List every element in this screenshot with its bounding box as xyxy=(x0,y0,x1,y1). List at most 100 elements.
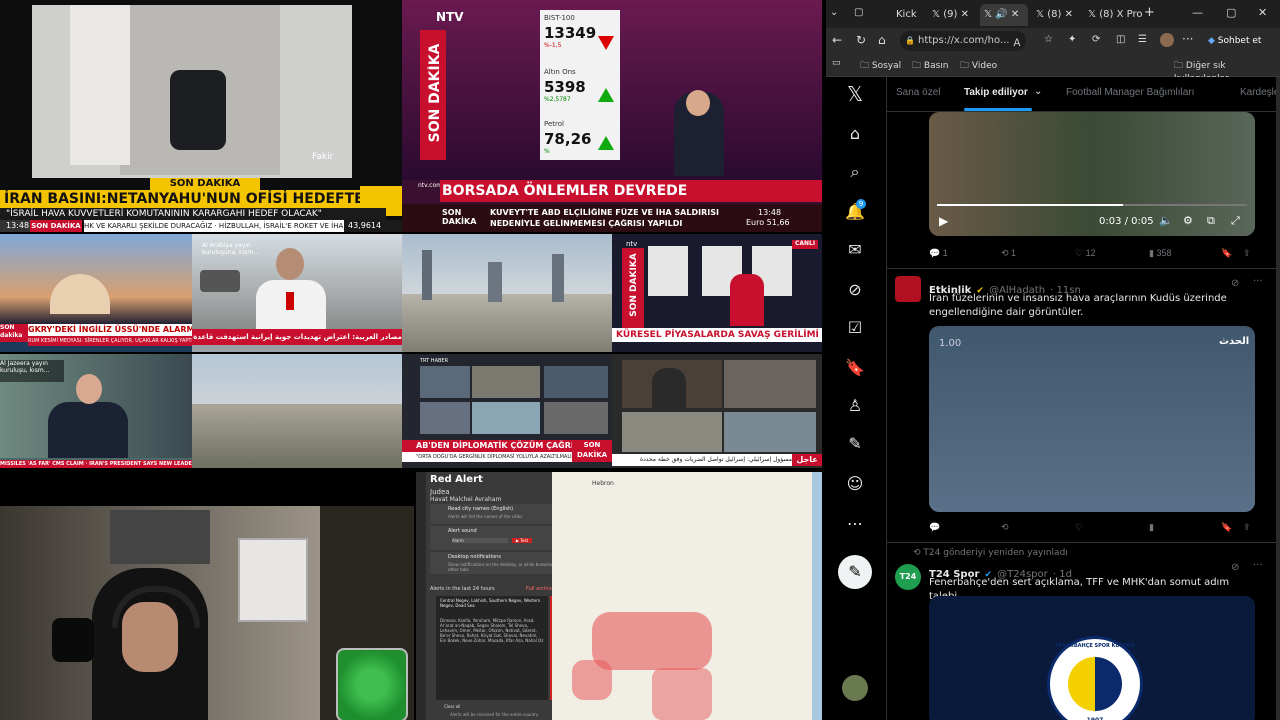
tab-x-1[interactable]: 𝕏 (9) ✕ xyxy=(928,4,974,26)
share-button[interactable]: ⇪ xyxy=(1243,248,1251,259)
close-icon[interactable]: ✕ xyxy=(1011,9,1019,20)
reply-button[interactable]: 💬 1 xyxy=(929,248,948,259)
avatar[interactable]: T24 xyxy=(895,564,921,590)
settings-icon[interactable]: ⚙ xyxy=(1183,214,1193,227)
address-bar[interactable]: 🔒 https://x.com/ho... xyxy=(900,31,1026,51)
bookmarks-icon[interactable]: 🔖 xyxy=(844,357,866,379)
workspaces-icon[interactable]: ▢ xyxy=(854,7,863,18)
feed-tile xyxy=(420,402,470,434)
communities-icon[interactable]: ✎ xyxy=(844,433,866,455)
sub-text-1: KUVEYT'TE ABD ELÇİLİĞİNE FÜZE VE İHA SAL… xyxy=(490,208,719,217)
search-icon[interactable]: ⌕ xyxy=(844,161,866,183)
avatar[interactable] xyxy=(895,276,921,302)
reload-icon[interactable]: ↻ xyxy=(856,33,866,47)
extension-icon[interactable]: ✦ xyxy=(1068,34,1076,45)
folder-icon: 🗀 xyxy=(1174,61,1184,71)
tower xyxy=(422,250,432,300)
bookmark-video[interactable]: 🗀 Video xyxy=(960,58,997,74)
fullscreen-icon[interactable]: ⤢ xyxy=(1231,214,1240,228)
account-avatar[interactable] xyxy=(842,675,868,701)
share-button[interactable]: ⇪ xyxy=(1243,522,1251,533)
option-card[interactable]: Read city names (English) Alerts will te… xyxy=(430,504,564,524)
split-screen-icon[interactable]: ◫ xyxy=(1116,34,1125,45)
close-window-button[interactable]: ✕ xyxy=(1258,6,1267,19)
alerts-header: Alerts in the last 24 hours xyxy=(430,586,495,592)
sound-select[interactable]: Alarm xyxy=(452,538,508,543)
more-icon[interactable]: ⋯ xyxy=(844,513,866,535)
chevron-down-icon[interactable]: ⌄ xyxy=(1034,86,1042,97)
more-icon[interactable]: ··· xyxy=(1253,276,1263,287)
map-city-label: Hebron xyxy=(592,480,614,487)
close-icon[interactable]: ✕ xyxy=(1065,9,1073,20)
like-button[interactable]: ♡ xyxy=(1075,522,1083,533)
tab-fm-list[interactable]: Football Manager Bağımlıları xyxy=(1066,87,1194,98)
maximize-button[interactable]: ▢ xyxy=(1226,6,1236,19)
full-archive-link[interactable]: Full archive xyxy=(526,586,555,592)
minimize-button[interactable]: — xyxy=(1192,6,1203,19)
back-icon[interactable]: ← xyxy=(832,33,842,47)
volume-icon[interactable]: 🔈 xyxy=(1159,214,1173,227)
tower xyxy=(552,254,564,302)
scrollbar[interactable] xyxy=(1276,77,1280,720)
post-button[interactable]: ✎ xyxy=(838,555,872,589)
tab-list-icon[interactable]: ⌄ xyxy=(830,7,838,18)
x-sidebar: 𝕏 ⌂ ⌕ 🔔 9 ✉ ⊘ ☑ 🔖 ♙ ✎ ☺ ⋯ ✎ xyxy=(826,77,887,720)
x-logo-icon[interactable]: 𝕏 xyxy=(844,83,866,105)
x-feed: ▶ 0:03 / 0:05 🔈 ⚙ ⧉ ⤢ 💬 1 ⟲ 1 ♡ 12 ▮ 358… xyxy=(887,112,1280,720)
more-icon[interactable]: ··· xyxy=(1253,560,1263,571)
tab-x-pro[interactable]: 𝕏 (8) X Pro xyxy=(1084,4,1144,26)
post-image[interactable]: 1.00 الحدث xyxy=(929,326,1255,512)
jobs-icon[interactable]: ♙ xyxy=(844,395,866,417)
reply-button[interactable]: 💬 xyxy=(929,522,940,533)
reading-list-icon[interactable]: ▭ xyxy=(832,58,841,68)
bookmark-basin[interactable]: 🗀 Basın xyxy=(912,58,948,74)
clear-all-link[interactable]: Clear all xyxy=(444,704,460,709)
tab-x-active[interactable]: 𝕏 🔊 ✕ xyxy=(980,4,1028,26)
skyline-city xyxy=(402,294,612,352)
read-aloud-icon[interactable]: Ａ xyxy=(1012,34,1022,49)
repost-button[interactable]: ⟲ xyxy=(1001,522,1009,533)
lists-icon[interactable]: ☑ xyxy=(844,317,866,339)
refresh-ext-icon[interactable]: ⟳ xyxy=(1092,34,1100,45)
repost-icon: ⟲ xyxy=(913,548,921,558)
bookmark-button[interactable]: 🔖 xyxy=(1221,248,1232,259)
tab-for-you[interactable]: Sana özel xyxy=(896,87,940,98)
repost-button[interactable]: ⟲ 1 xyxy=(1001,248,1016,259)
favorites-icon[interactable]: ☰ xyxy=(1138,34,1147,45)
speaker-icon[interactable]: 🔊 xyxy=(995,9,1007,20)
grok-icon[interactable]: ⊘ xyxy=(844,279,866,301)
tv-top-center: NTV SON DAKİKA BIST-100 13349 %-1,5 Altı… xyxy=(402,0,822,232)
profile-icon[interactable]: ☺ xyxy=(844,473,866,495)
star-icon[interactable]: ☆ xyxy=(1044,34,1053,45)
bookmark-sosyal[interactable]: 🗀 Sosyal xyxy=(860,58,901,74)
new-tab-button[interactable]: + xyxy=(1144,5,1155,20)
profile-avatar[interactable] xyxy=(1160,33,1174,47)
like-button[interactable]: ♡ 12 xyxy=(1075,248,1096,259)
home-icon[interactable]: ⌂ xyxy=(844,123,866,145)
option-card[interactable]: Desktop notifications Show notifications… xyxy=(430,552,564,574)
tab-following[interactable]: Takip ediliyor xyxy=(964,87,1028,98)
pip-icon[interactable]: ⧉ xyxy=(1207,214,1215,228)
grok-icon[interactable]: ⊘ xyxy=(1231,562,1239,573)
euro-rate: Euro 51,66 xyxy=(746,218,790,227)
tab-x-2[interactable]: 𝕏 (8) ✕ xyxy=(1032,4,1086,26)
video-player[interactable]: ▶ 0:03 / 0:05 🔈 ⚙ ⧉ ⤢ xyxy=(929,112,1255,236)
close-icon[interactable]: ✕ xyxy=(961,9,969,20)
grok-icon[interactable]: ⊘ xyxy=(1231,278,1239,289)
home-icon[interactable]: ⌂ xyxy=(878,33,886,47)
feed-tile xyxy=(544,402,608,434)
test-button[interactable]: ▶ Test xyxy=(512,538,532,543)
tab-kick[interactable]: Kick ✕ xyxy=(878,4,922,42)
play-icon[interactable]: ▶ xyxy=(939,214,948,228)
views-button[interactable]: ▮ xyxy=(1149,522,1154,533)
bookmark-button[interactable]: 🔖 xyxy=(1221,522,1232,533)
more-icon[interactable]: ··· xyxy=(1182,32,1193,46)
map[interactable]: Hebron xyxy=(552,472,822,720)
messages-icon[interactable]: ✉ xyxy=(844,239,866,261)
tab-kardesle[interactable]: Kardeşle xyxy=(1240,87,1280,98)
views-button[interactable]: ▮ 358 xyxy=(1149,248,1171,259)
channel-logo: NTV xyxy=(436,10,464,24)
option-card[interactable]: Alert sound Alarm ▶ Test xyxy=(430,526,564,550)
copilot-chat-button[interactable]: ◆ Sohbet et xyxy=(1208,32,1278,50)
post-image[interactable]: FENERBAHÇE SPOR KULÜBÜ 1907 xyxy=(929,596,1255,720)
